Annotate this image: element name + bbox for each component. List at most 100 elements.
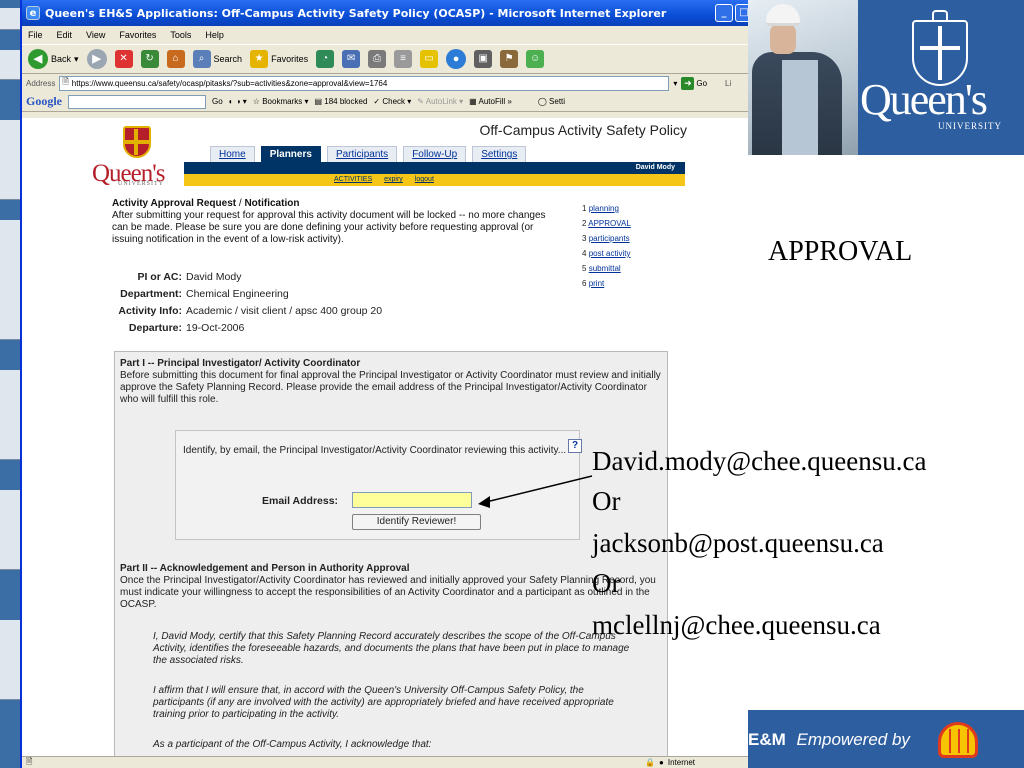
- back-button[interactable]: ◀ Back ▾: [28, 49, 79, 69]
- info-row-pi: PI or AC: David Mody: [112, 268, 382, 285]
- autolink-button[interactable]: ✎ AutoLink ▾: [417, 97, 463, 106]
- identify-reviewer-button[interactable]: Identify Reviewer!: [352, 514, 481, 530]
- forward-arrow-icon[interactable]: ▶: [86, 49, 107, 69]
- subnav-activities[interactable]: ACTIVITIES: [334, 174, 372, 186]
- menu-file[interactable]: File: [28, 30, 43, 40]
- page-title: Off-Campus Activity Safety Policy: [479, 122, 687, 138]
- page-viewport[interactable]: Queen's UNIVERSITY Off-Campus Activity S…: [22, 118, 755, 756]
- step-link-post-activity[interactable]: post activity: [589, 249, 631, 258]
- autofill-label: AutoFill: [478, 97, 506, 106]
- logo-university: UNIVERSITY: [118, 181, 164, 187]
- shell-logo-icon: [938, 722, 978, 758]
- step-item: 5 submittal: [582, 261, 631, 276]
- tab-follow-up[interactable]: Follow-Up: [403, 146, 467, 162]
- discuss-icon[interactable]: ▭: [420, 50, 439, 68]
- links-label[interactable]: Li: [725, 79, 731, 88]
- step-num: 2: [582, 219, 587, 228]
- help-icon[interactable]: ?: [568, 439, 582, 453]
- step-link-planning[interactable]: planning: [589, 204, 619, 213]
- google-go-button[interactable]: Go: [212, 97, 223, 106]
- slide-university: UNIVERSITY: [938, 121, 1002, 131]
- crown-icon: [932, 10, 948, 20]
- lock-icon: 🔒: [645, 758, 656, 767]
- google-icons[interactable]: ◐ ◑ ▾: [229, 97, 247, 106]
- tab-home[interactable]: Home: [210, 146, 255, 162]
- address-input[interactable]: 🗎 https://www.queensu.ca/safety/ocasp/pi…: [59, 75, 670, 91]
- slide-header-banner: Queen's UNIVERSITY: [748, 0, 1024, 155]
- status-page-icon: 🗎: [26, 756, 33, 766]
- autofill-button[interactable]: ▦ AutoFill »: [469, 97, 512, 106]
- info-row-departure: Departure: 19-Oct-2006: [112, 319, 382, 336]
- step-num: 6: [582, 279, 587, 288]
- google-search-input[interactable]: [68, 94, 206, 109]
- address-dropdown-icon[interactable]: ▾: [673, 79, 677, 88]
- certify-briefing: I affirm that I will ensure that, in acc…: [153, 685, 614, 720]
- certify-participant: As a participant of the Off-Campus Activ…: [153, 739, 432, 750]
- back-label: Back: [51, 54, 72, 64]
- menu-view[interactable]: View: [86, 30, 105, 40]
- subnav-expiry[interactable]: expiry: [384, 174, 403, 186]
- step-link-approval[interactable]: APPROVAL: [588, 219, 631, 228]
- title-bar[interactable]: e Queen's EH&S Applications: Off-Campus …: [22, 0, 755, 26]
- edit-icon[interactable]: ≡: [394, 50, 413, 68]
- ie-icon: e: [26, 6, 40, 20]
- step-num: 4: [582, 249, 587, 258]
- menu-tools[interactable]: Tools: [170, 30, 191, 40]
- menu-favorites[interactable]: Favorites: [119, 30, 156, 40]
- minimize-icon[interactable]: _: [715, 4, 733, 22]
- search-button[interactable]: ⌕ Search: [192, 50, 242, 68]
- globe-icon[interactable]: ●: [446, 49, 467, 69]
- slide-email-3: mclellnj@chee.queensu.ca: [592, 610, 881, 640]
- photo-face: [770, 24, 796, 54]
- info-row-activity: Activity Info: Academic / visit client / …: [112, 302, 382, 319]
- people-icon[interactable]: ☺: [526, 50, 545, 68]
- slide-email-2: jacksonb@post.queensu.ca: [592, 528, 884, 558]
- step-list: 1 planning 2 APPROVAL 3 participants 4 p…: [582, 201, 631, 291]
- approval-intro: Activity Approval Request / Notification…: [112, 198, 562, 246]
- activity-info: PI or AC: David Mody Department: Chemical …: [112, 268, 382, 336]
- queens-logo[interactable]: Queen's UNIVERSITY: [92, 126, 182, 188]
- step-link-print[interactable]: print: [589, 279, 605, 288]
- menu-edit[interactable]: Edit: [57, 30, 73, 40]
- mail-icon[interactable]: ✉: [342, 50, 361, 68]
- step-link-participants[interactable]: participants: [589, 234, 630, 243]
- history-icon[interactable]: ◔: [316, 50, 335, 68]
- spellcheck-button[interactable]: ✓ Check ▾: [373, 97, 411, 106]
- tab-participants[interactable]: Participants: [326, 146, 398, 162]
- shell-rib: [949, 729, 951, 753]
- info-row-department: Department: Chemical Engineering: [112, 285, 382, 302]
- tab-planners[interactable]: Planners: [260, 146, 321, 162]
- bookmarks-button[interactable]: ☆ Bookmarks ▾: [253, 97, 309, 106]
- research-icon[interactable]: ▣: [474, 50, 493, 68]
- approval-heading: Activity Approval Request / Notification: [112, 198, 562, 210]
- security-zone: 🔒 ● Internet: [645, 758, 695, 767]
- dropdown-arrow-icon[interactable]: ▾: [74, 54, 79, 65]
- search-icon: ⌕: [192, 50, 211, 68]
- google-toolbar: Google Go ◐ ◑ ▾ ☆ Bookmarks ▾ ▤ 184 bloc…: [22, 92, 755, 112]
- hardhat-icon: [766, 4, 800, 26]
- print-icon[interactable]: ⎙: [368, 50, 387, 68]
- menu-help[interactable]: Help: [205, 30, 224, 40]
- part1-heading: Part I -- Principal Investigator/ Activi…: [120, 358, 361, 369]
- info-key: Department:: [120, 287, 182, 300]
- stop-icon[interactable]: ✕: [114, 50, 133, 68]
- google-logo: Google: [26, 94, 62, 109]
- step-link-submittal[interactable]: submittal: [589, 264, 621, 273]
- home-icon[interactable]: ⌂: [166, 50, 185, 68]
- step-item: 2 APPROVAL: [582, 216, 631, 231]
- zone-label: Internet: [667, 758, 695, 767]
- go-button[interactable]: ➜ Go: [681, 76, 707, 90]
- email-field[interactable]: [352, 492, 472, 508]
- slide-footer-banner: E&M Empowered by: [748, 710, 1024, 768]
- tab-settings[interactable]: Settings: [472, 146, 527, 162]
- user-bar: David Mody: [184, 162, 685, 174]
- settings-label: Setti: [549, 97, 566, 106]
- part2-section: Part II -- Acknowledgement and Person in…: [120, 563, 665, 611]
- popup-blocked-button[interactable]: ▤ 184 blocked: [314, 97, 367, 106]
- settings-button[interactable]: ◯ Setti: [538, 97, 565, 106]
- messenger-icon[interactable]: ⚑: [500, 50, 519, 68]
- background-windows: [0, 0, 22, 768]
- subnav-logout[interactable]: logout: [415, 174, 434, 186]
- favorites-button[interactable]: ★ Favorites: [250, 50, 308, 68]
- refresh-icon[interactable]: ↻: [140, 50, 159, 68]
